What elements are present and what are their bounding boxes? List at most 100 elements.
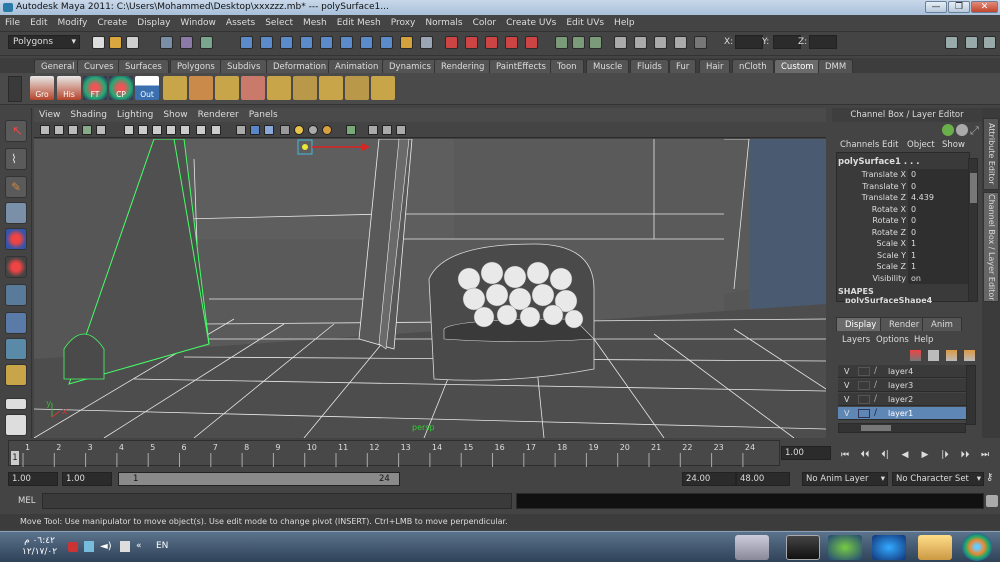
channel-menu-show[interactable]: Show <box>942 140 965 150</box>
menu-modify[interactable]: Modify <box>53 15 93 32</box>
viewport-menu-shading[interactable]: Shading <box>65 108 112 122</box>
minimize-button[interactable]: — <box>925 1 947 13</box>
layer-tab-display[interactable]: Display <box>836 317 886 331</box>
shelf-tab-surfaces[interactable]: Surfaces <box>118 59 169 73</box>
playback-end-field[interactable]: 24.00 <box>682 472 736 486</box>
shelf-tab-custom[interactable]: Custom <box>774 59 821 73</box>
shelf-tool-5-icon[interactable] <box>267 76 291 100</box>
input-line-icon[interactable] <box>555 36 568 49</box>
layer-row[interactable]: V ∕ layer2 <box>838 393 966 406</box>
xray-icon[interactable] <box>368 125 378 135</box>
move-tool-icon[interactable] <box>5 202 27 224</box>
select-tool-icon[interactable]: ↖ <box>5 120 27 142</box>
media-center-icon[interactable] <box>872 535 906 560</box>
menu-select[interactable]: Select <box>260 15 298 32</box>
shelf-tab-polygons[interactable]: Polygons <box>170 59 222 73</box>
channel-value[interactable]: 4.439 <box>908 192 968 204</box>
explorer-folder-icon[interactable] <box>918 535 952 560</box>
menu-mesh[interactable]: Mesh <box>298 15 332 32</box>
menu-assets[interactable]: Assets <box>221 15 260 32</box>
channel-row[interactable]: Rotate Z0 <box>836 226 968 238</box>
menu-file[interactable]: File <box>0 15 25 32</box>
render-view-icon[interactable] <box>445 36 458 49</box>
go-to-end-button[interactable]: ⏭ <box>978 448 992 462</box>
select-component-icon[interactable] <box>200 36 213 49</box>
channel-row[interactable]: Scale X1 <box>836 238 968 250</box>
viewport-menu-view[interactable]: View <box>34 108 65 122</box>
layer-visibility-toggle[interactable]: V <box>844 365 849 378</box>
toggle-attr-icon[interactable] <box>965 36 978 49</box>
wireframe-on-shaded-icon[interactable] <box>264 125 274 135</box>
anim-layer-dropdown[interactable]: No Anim Layer ▾ <box>802 472 888 486</box>
show-attribute-editor-icon[interactable] <box>634 36 647 49</box>
menu-window[interactable]: Window <box>175 15 221 32</box>
perspective-viewport[interactable]: x y persp <box>34 139 826 438</box>
snap-surface-icon[interactable] <box>320 36 333 49</box>
output-ops-icon[interactable] <box>420 36 433 49</box>
layer-visibility-toggle[interactable]: V <box>844 393 849 406</box>
safe-title-icon[interactable] <box>211 125 221 135</box>
show-tool-settings-icon[interactable] <box>654 36 667 49</box>
live-messenger-icon[interactable] <box>828 535 862 560</box>
layer-type-toggle[interactable] <box>858 381 870 390</box>
select-object-icon[interactable] <box>180 36 193 49</box>
hypershade-icon[interactable] <box>525 36 538 49</box>
input-ops-icon[interactable] <box>380 36 393 49</box>
menu-normals[interactable]: Normals <box>420 15 467 32</box>
layer-color-icon[interactable]: ∕ <box>874 380 884 391</box>
script-editor-icon[interactable] <box>986 495 998 507</box>
snap-point-icon[interactable] <box>280 36 293 49</box>
select-hierarchy-icon[interactable] <box>160 36 173 49</box>
channel-value[interactable]: 0 <box>908 226 968 238</box>
absolute-transform-icon[interactable] <box>589 36 602 49</box>
menu-proxy[interactable]: Proxy <box>386 15 421 32</box>
layer-row[interactable]: V ∕ layer3 <box>838 379 966 392</box>
channel-menu-edit[interactable]: Edit <box>882 140 898 150</box>
layer-menu-options[interactable]: Options <box>876 335 909 345</box>
shelf-tab-dmm[interactable]: DMM <box>818 59 854 73</box>
menu-edit-mesh[interactable]: Edit Mesh <box>332 15 386 32</box>
menu-create[interactable]: Create <box>92 15 132 32</box>
rotate-tool-icon[interactable] <box>5 228 27 250</box>
viewport-menu-lighting[interactable]: Lighting <box>112 108 158 122</box>
tab-attribute-editor[interactable]: Attribute Editor <box>983 118 999 190</box>
playback-start-field[interactable]: 1.00 <box>62 472 112 486</box>
layer-tab-anim[interactable]: Anim <box>922 317 962 331</box>
security-flag-icon[interactable] <box>84 541 94 552</box>
menu-color[interactable]: Color <box>468 15 502 32</box>
lasso-tool-icon[interactable]: ⌇ <box>5 148 27 170</box>
channel-slider-icon[interactable]: ⤢ <box>970 124 980 137</box>
shelf-tool-2-icon[interactable] <box>189 76 213 100</box>
shelf-tab-muscle[interactable]: Muscle <box>586 59 630 73</box>
layer-name[interactable]: layer1 <box>888 407 913 420</box>
shelf-tab-toon[interactable]: Toon <box>550 59 584 73</box>
paint-app-icon[interactable] <box>735 535 769 560</box>
channel-value[interactable]: 0 <box>908 203 968 215</box>
shelf-tab-hair[interactable]: Hair <box>699 59 731 73</box>
shelf-tool-3-icon[interactable] <box>215 76 239 100</box>
shadows-icon[interactable] <box>308 125 318 135</box>
paint-select-tool-icon[interactable]: ✎ <box>5 176 27 198</box>
layer-type-toggle[interactable] <box>858 395 870 404</box>
field-chart-icon[interactable] <box>180 125 190 135</box>
new-scene-icon[interactable] <box>92 36 105 49</box>
gate-mask-icon[interactable] <box>166 125 176 135</box>
channel-menu-object[interactable]: Object <box>907 140 935 150</box>
shelf-tab-subdivs[interactable]: Subdivs <box>220 59 268 73</box>
shelf-tab-dynamics[interactable]: Dynamics <box>382 59 438 73</box>
shelf-tab-rendering[interactable]: Rendering <box>434 59 492 73</box>
viewport-menu-renderer[interactable]: Renderer <box>193 108 244 122</box>
shape-name-label[interactable]: polySurfaceShape4 <box>845 297 932 303</box>
shelf-tab-fluids[interactable]: Fluids <box>630 59 669 73</box>
shelf-tab-curves[interactable]: Curves <box>77 59 121 73</box>
end-time-field[interactable]: 48.00 <box>736 472 790 486</box>
channel-row[interactable]: Translate X0 <box>836 169 968 181</box>
new-layer-icon[interactable] <box>928 350 939 361</box>
channel-value[interactable]: 0 <box>908 169 968 181</box>
bookmark-icon[interactable] <box>68 125 78 135</box>
show-channel-box-icon[interactable] <box>674 36 687 49</box>
layer-color-icon[interactable]: ∕ <box>874 394 884 405</box>
layer-visibility-toggle[interactable]: V <box>844 379 849 392</box>
ipr-render-icon[interactable] <box>485 36 498 49</box>
layout-single-icon[interactable] <box>5 398 27 410</box>
